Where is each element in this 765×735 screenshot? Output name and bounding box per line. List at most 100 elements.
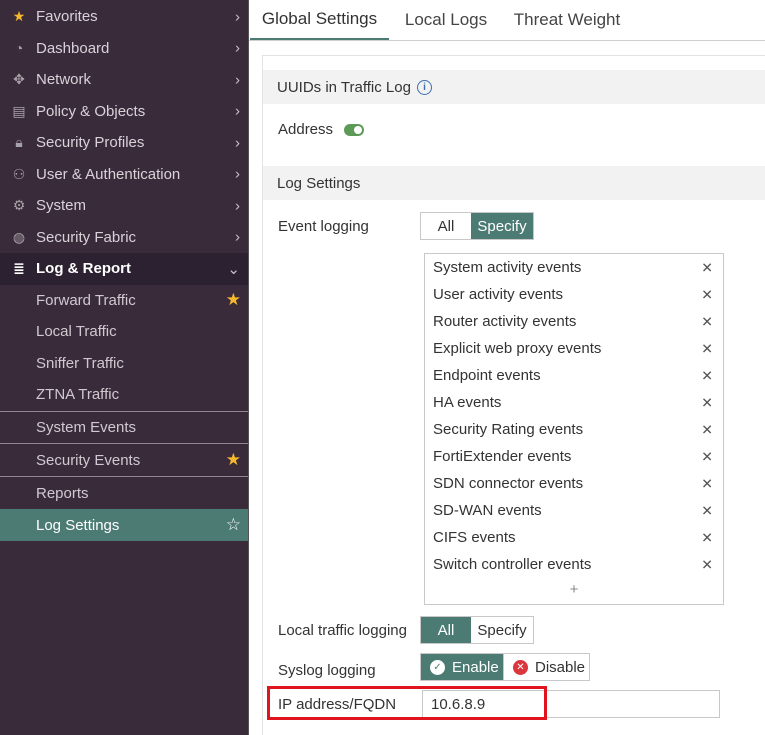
chevron-right-icon: › — [235, 71, 240, 89]
gear-icon: ⚙ — [12, 197, 26, 214]
sidebar-item-label: Policy & Objects — [36, 102, 146, 120]
close-icon[interactable]: ✕ — [701, 340, 713, 357]
sidebar-item-label: Favorites — [36, 8, 98, 26]
syslog-disable-button[interactable]: ✕ Disable — [503, 653, 590, 681]
sidebar-subitem-label: System Events — [36, 419, 137, 436]
star-icon[interactable]: ★ — [226, 290, 241, 310]
sidebar-item-dashboard[interactable]: ◔ Dashboard › — [0, 33, 248, 65]
user-icon: ⚇ — [12, 165, 26, 182]
address-label: Address — [278, 121, 334, 138]
sidebar-item-label: Dashboard — [36, 39, 110, 57]
close-icon[interactable]: ✕ — [701, 475, 713, 492]
settings-panel: UUIDs in Traffic Log i Address Log Setti… — [262, 55, 765, 735]
log-icon: ≣ — [13, 260, 25, 277]
sidebar-subitem-label: Security Events — [36, 451, 141, 469]
tab-label: Local Logs — [404, 10, 488, 29]
sidebar-item-label: User & Authentication — [36, 165, 181, 183]
event-logging-toggle: All Specify — [420, 212, 534, 240]
lock-icon: 🔒︎ — [15, 134, 23, 151]
sidebar-item-network[interactable]: ✥ Network › — [0, 64, 248, 96]
chevron-right-icon: › — [235, 39, 240, 57]
list-item: SD-WAN events ✕ — [433, 502, 713, 519]
add-event-button[interactable]: + — [425, 581, 723, 598]
close-icon[interactable]: ✕ — [701, 313, 713, 330]
close-icon[interactable]: ✕ — [701, 502, 713, 519]
sidebar-subitem-ztna-traffic[interactable]: ZTNA Traffic — [0, 379, 248, 411]
sidebar-subitem-local-traffic[interactable]: Local Traffic — [0, 316, 248, 348]
sidebar: ★ Favorites › ◔ Dashboard › ✥ Network › … — [0, 0, 249, 735]
x-circle-icon: ✕ — [513, 659, 528, 675]
sidebar-subitem-forward-traffic[interactable]: Forward Traffic ★ — [0, 285, 248, 317]
star-outline-icon[interactable]: ☆ — [226, 515, 241, 535]
sidebar-item-label: Security Fabric — [36, 228, 137, 246]
close-icon[interactable]: ✕ — [701, 448, 713, 465]
fabric-icon: ◍ — [12, 228, 26, 245]
tab-label: Threat Weight — [513, 10, 621, 29]
chevron-down-icon: ⌄ — [227, 260, 240, 278]
sidebar-item-user-authentication[interactable]: ⚇ User & Authentication › — [0, 159, 248, 191]
sidebar-item-label: System — [36, 197, 87, 215]
sidebar-subitem-label: Reports — [36, 484, 89, 502]
sidebar-subitem-label: ZTNA Traffic — [36, 386, 120, 404]
event-logging-all-option[interactable]: All — [421, 213, 471, 239]
sidebar-subitem-label: Sniffer Traffic — [36, 354, 124, 372]
list-item: User activity events ✕ — [433, 286, 713, 303]
sidebar-item-favorites[interactable]: ★ Favorites › — [0, 1, 248, 33]
close-icon[interactable]: ✕ — [701, 529, 713, 546]
sidebar-subitem-log-settings[interactable]: Log Settings ☆ — [0, 509, 248, 541]
close-icon[interactable]: ✕ — [701, 394, 713, 411]
sidebar-subitem-sniffer-traffic[interactable]: Sniffer Traffic — [0, 348, 248, 380]
sidebar-item-security-fabric[interactable]: ◍ Security Fabric › — [0, 222, 248, 254]
list-item: Endpoint events ✕ — [433, 367, 713, 384]
chevron-right-icon: › — [235, 102, 240, 120]
sidebar-item-policy-objects[interactable]: ▤ Policy & Objects › — [0, 96, 248, 128]
sidebar-subitem-reports[interactable]: Reports — [0, 476, 248, 509]
close-icon[interactable]: ✕ — [701, 367, 713, 384]
sidebar-subitem-security-events[interactable]: Security Events ★ — [0, 443, 248, 476]
tab-label: Global Settings — [261, 9, 378, 28]
close-icon[interactable]: ✕ — [701, 556, 713, 573]
local-traffic-logging-toggle: All Specify — [420, 616, 534, 644]
section-title: Log Settings — [277, 174, 361, 192]
list-item: Switch controller events ✕ — [433, 556, 713, 573]
star-icon: ★ — [12, 8, 26, 25]
event-logging-specify-option[interactable]: Specify — [471, 213, 533, 239]
network-icon: ✥ — [13, 71, 25, 88]
tab-bar: Global Settings Local Logs Threat Weight — [249, 0, 765, 41]
star-icon[interactable]: ★ — [226, 450, 241, 470]
highlight-box — [267, 686, 547, 720]
dashboard-icon: ◔ — [14, 40, 24, 57]
address-toggle[interactable] — [344, 124, 364, 136]
syslog-enable-button[interactable]: ✓ Enable — [420, 653, 504, 681]
local-traffic-all-option[interactable]: All — [421, 617, 471, 643]
event-list: System activity events ✕ User activity ev… — [424, 253, 724, 605]
close-icon[interactable]: ✕ — [701, 259, 713, 276]
policy-icon: ▤ — [12, 102, 26, 119]
list-item: CIFS events ✕ — [433, 529, 713, 546]
list-item: Explicit web proxy events ✕ — [433, 340, 713, 357]
sidebar-item-security-profiles[interactable]: 🔒︎ Security Profiles › — [0, 127, 248, 159]
sidebar-item-system[interactable]: ⚙ System › — [0, 190, 248, 222]
chevron-right-icon: › — [235, 197, 240, 215]
sidebar-subitem-label: Log Settings — [36, 516, 120, 534]
tab-local-logs[interactable]: Local Logs — [394, 0, 498, 40]
close-icon[interactable]: ✕ — [701, 286, 713, 303]
event-logging-label: Event logging — [278, 218, 369, 235]
sidebar-subitem-label: Local Traffic — [36, 323, 117, 341]
syslog-logging-label: Syslog logging — [278, 662, 376, 679]
info-icon[interactable]: i — [416, 79, 432, 95]
local-traffic-specify-option[interactable]: Specify — [471, 617, 533, 643]
tab-threat-weight[interactable]: Threat Weight — [504, 0, 630, 40]
list-item: SDN connector events ✕ — [433, 475, 713, 492]
chevron-right-icon: › — [235, 8, 240, 26]
sidebar-item-log-report[interactable]: ≣ Log & Report ⌄ — [0, 253, 248, 285]
chevron-right-icon: › — [235, 165, 240, 183]
local-traffic-logging-label: Local traffic logging — [278, 622, 407, 639]
sidebar-subitem-system-events[interactable]: System Events — [0, 411, 248, 443]
close-icon[interactable]: ✕ — [701, 421, 713, 438]
list-item: FortiExtender events ✕ — [433, 448, 713, 465]
list-item: System activity events ✕ — [433, 259, 713, 276]
tab-global-settings[interactable]: Global Settings — [250, 0, 389, 40]
sidebar-subitem-label: Forward Traffic — [36, 291, 136, 309]
uuids-section-header: UUIDs in Traffic Log i — [263, 70, 765, 104]
